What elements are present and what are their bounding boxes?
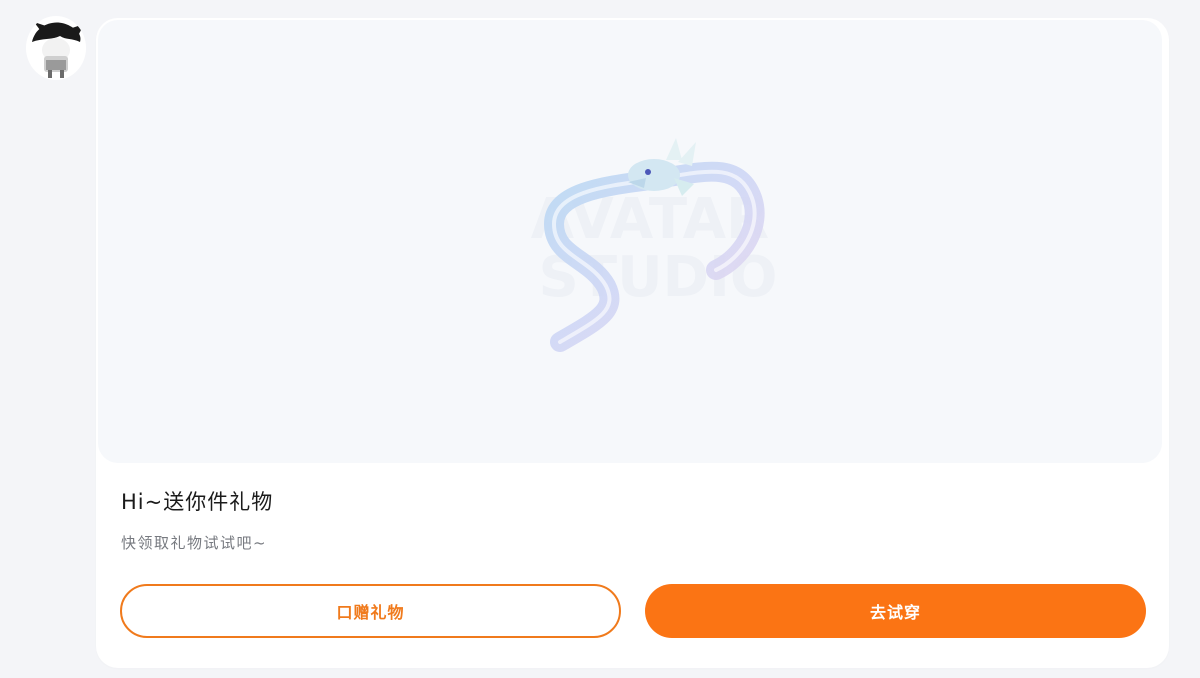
gift-button[interactable]: 口赠礼物 [120,584,621,638]
user-avatar[interactable] [26,16,86,80]
dragon-outfit-icon: AVATAR STUDIO [531,138,777,352]
gift-subtitle: 快领取礼物试试吧~ [121,534,268,552]
user-avatar-icon [26,18,86,78]
gift-title: Hi~送你件礼物 [121,490,274,514]
gift-card: AVATAR STUDIO Hi~送你件礼物 快领取礼物试试吧~ 口赠礼物 去试… [96,18,1169,668]
try-on-button[interactable]: 去试穿 [645,584,1146,638]
outfit-preview: AVATAR STUDIO [98,20,1162,463]
page: AVATAR STUDIO Hi~送你件礼物 快领取礼物试试吧~ 口赠礼物 去试… [0,0,1200,678]
